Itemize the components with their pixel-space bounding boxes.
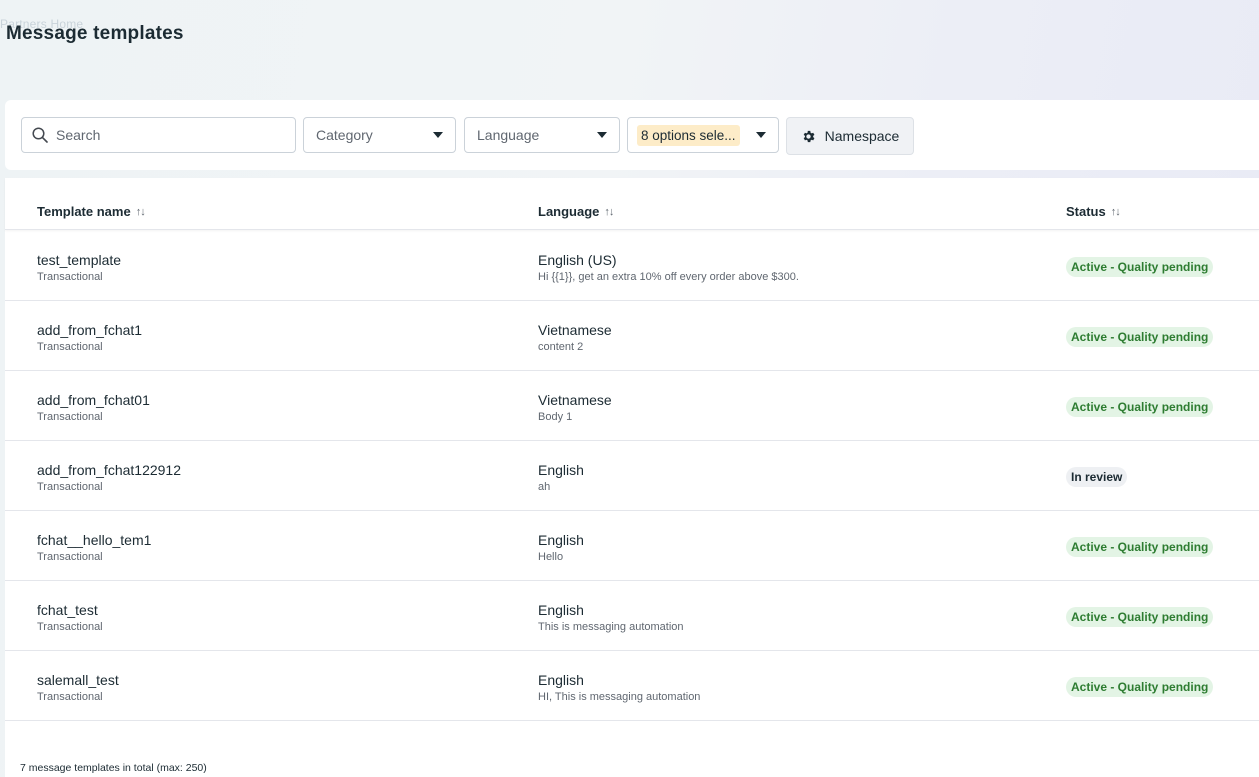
column-header-status[interactable]: Status ↑↓ [1066, 204, 1121, 219]
sort-icon: ↑↓ [135, 205, 146, 218]
template-preview: This is messaging automation [538, 621, 684, 633]
template-language: English [538, 532, 584, 548]
language-cell: Vietnamese Body 1 [538, 392, 612, 424]
namespace-button-label: Namespace [824, 128, 900, 144]
table-row[interactable]: fchat_test Transactional English This is… [5, 581, 1259, 651]
language-select-label: Language [477, 127, 540, 143]
status-badge: Active - Quality pending [1066, 327, 1214, 347]
template-name-cell: add_from_fchat01 Transactional [37, 392, 150, 424]
template-category: Transactional [37, 341, 103, 353]
template-language: English [538, 602, 584, 618]
template-preview: Hi {{1}}, get an extra 10% off every ord… [538, 271, 799, 283]
template-name-cell: fchat_test Transactional [37, 602, 103, 634]
page-title: Message templates [6, 23, 184, 44]
template-name-cell: add_from_fchat122912 Transactional [37, 462, 181, 494]
caret-down-icon [433, 132, 443, 138]
table-row[interactable]: test_template Transactional English (US)… [5, 231, 1259, 301]
table-row[interactable]: add_from_fchat1 Transactional Vietnamese… [5, 301, 1259, 371]
status-badge: Active - Quality pending [1066, 537, 1214, 557]
status-options-select[interactable]: 8 options sele... [627, 117, 779, 153]
namespace-button[interactable]: Namespace [786, 117, 914, 155]
template-name[interactable]: fchat_test [37, 602, 103, 618]
gear-icon [803, 130, 815, 142]
template-category: Transactional [37, 621, 103, 633]
table-row[interactable]: add_from_fchat122912 Transactional Engli… [5, 441, 1259, 511]
template-name-cell: test_template Transactional [37, 252, 121, 284]
column-header-label: Template name [37, 204, 131, 219]
template-preview: Hello [538, 551, 564, 563]
template-name[interactable]: add_from_fchat1 [37, 322, 142, 338]
template-language: Vietnamese [538, 392, 612, 408]
status-badge: Active - Quality pending [1066, 677, 1214, 697]
table-row[interactable]: add_from_fchat01 Transactional Vietnames… [5, 371, 1259, 441]
caret-down-icon [597, 132, 607, 138]
template-category: Transactional [37, 481, 103, 493]
status-badge: In review [1066, 467, 1128, 487]
column-header-label: Language [538, 204, 600, 219]
template-name[interactable]: salemall_test [37, 672, 119, 688]
search-box[interactable] [21, 117, 296, 153]
template-name[interactable]: test_template [37, 252, 121, 268]
language-cell: English This is messaging automation [538, 602, 684, 634]
filter-bar: Category Language 8 options sele... Name… [5, 100, 1259, 170]
category-select-label: Category [316, 127, 373, 143]
category-select[interactable]: Category [303, 117, 456, 153]
template-name-cell: add_from_fchat1 Transactional [37, 322, 142, 354]
language-cell: Vietnamese content 2 [538, 322, 612, 354]
template-preview: Body 1 [538, 411, 573, 423]
table-row[interactable]: salemall_test Transactional English HI, … [5, 651, 1259, 721]
options-selected-chip: 8 options sele... [637, 124, 740, 146]
templates-table: Template name ↑↓ Language ↑↓ Status ↑↓ t… [5, 178, 1259, 777]
template-preview: ah [538, 481, 551, 493]
sort-icon: ↑↓ [604, 205, 614, 218]
template-category: Transactional [37, 411, 103, 423]
template-language: English [538, 672, 584, 688]
template-name[interactable]: add_from_fchat122912 [37, 462, 181, 478]
column-header-language[interactable]: Language ↑↓ [538, 204, 614, 219]
language-cell: English ah [538, 462, 584, 494]
table-header: Template name ↑↓ Language ↑↓ Status ↑↓ [5, 178, 1259, 230]
language-cell: English Hello [538, 532, 584, 564]
status-badge: Active - Quality pending [1066, 257, 1214, 277]
search-icon [32, 127, 48, 143]
template-name[interactable]: add_from_fchat01 [37, 392, 150, 408]
column-header-label: Status [1066, 204, 1106, 219]
language-cell: English (US) Hi {{1}}, get an extra 10% … [538, 252, 799, 284]
caret-down-icon [756, 132, 766, 138]
template-category: Transactional [37, 271, 103, 283]
template-preview: content 2 [538, 341, 584, 353]
template-preview: HI, This is messaging automation [538, 691, 701, 703]
template-name[interactable]: fchat__hello_tem1 [37, 532, 151, 548]
template-language: English (US) [538, 252, 617, 268]
template-category: Transactional [37, 551, 103, 563]
language-cell: English HI, This is messaging automation [538, 672, 700, 704]
language-select[interactable]: Language [464, 117, 620, 153]
template-language: English [538, 462, 584, 478]
sort-icon: ↑↓ [1110, 205, 1121, 218]
status-badge: Active - Quality pending [1066, 607, 1214, 627]
template-language: Vietnamese [538, 322, 612, 338]
template-category: Transactional [37, 691, 103, 703]
table-row[interactable]: fchat__hello_tem1 Transactional English … [5, 511, 1259, 581]
column-header-template-name[interactable]: Template name ↑↓ [37, 204, 146, 219]
template-name-cell: fchat__hello_tem1 Transactional [37, 532, 151, 564]
templates-count-footer: 7 message templates in total (max: 250) [20, 762, 207, 774]
template-name-cell: salemall_test Transactional [37, 672, 119, 704]
search-input[interactable] [56, 127, 276, 143]
status-badge: Active - Quality pending [1066, 397, 1214, 417]
